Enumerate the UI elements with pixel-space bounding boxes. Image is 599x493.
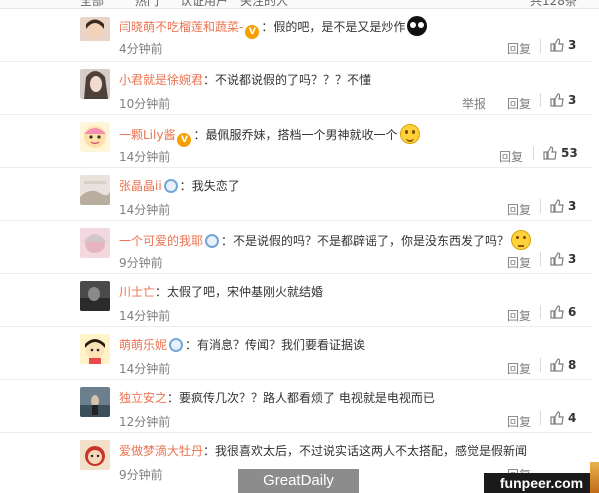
comment-time: 14分钟前 bbox=[119, 150, 171, 164]
comment-text: 我很喜欢太后，不过说实话这两人不太搭配，感觉是假新闻 bbox=[215, 444, 528, 458]
avatar[interactable] bbox=[80, 122, 110, 152]
reply-button[interactable]: 回复 bbox=[507, 254, 531, 271]
thinking-emoji-icon bbox=[511, 230, 532, 250]
like-button[interactable]: 4 bbox=[550, 411, 576, 425]
username-link[interactable]: 闫晓萌不吃榴莲和蔬菜- bbox=[119, 20, 243, 34]
like-count: 3 bbox=[568, 199, 577, 213]
comment-item: 张晶晶ii ：我失恋了 14分钟前 回复 3 bbox=[0, 167, 592, 221]
comment-text: 要疯传几次？？路人都看烦了 电视就是电视而已 bbox=[179, 391, 435, 405]
greatdaily-watermark: GreatDaily bbox=[238, 469, 359, 493]
like-count: 3 bbox=[568, 252, 577, 266]
divider bbox=[540, 411, 541, 425]
like-count: 6 bbox=[568, 305, 577, 319]
comment-item: 小君就是徐婉君：不说都说假的了吗？？？不懂 10分钟前 举报 回复 3 bbox=[0, 61, 592, 115]
reply-button[interactable]: 回复 bbox=[507, 307, 531, 324]
thumb-up-icon bbox=[550, 252, 564, 266]
comment-item: 闫晓萌不吃榴莲和蔬菜- V ：假的吧，是不是又是炒作 4分钟前 回复 3 bbox=[0, 8, 592, 62]
funpeer-watermark: funpeer.com bbox=[484, 473, 599, 493]
divider bbox=[540, 252, 541, 266]
divider bbox=[540, 93, 541, 107]
comment-item: 萌萌乐妮 ：有消息？传闻？我们要看证据诶 14分钟前 回复 8 bbox=[0, 326, 592, 380]
avatar[interactable] bbox=[80, 17, 110, 47]
comment-time: 14分钟前 bbox=[119, 203, 171, 217]
comment-item: 独立安之：要疯传几次？？路人都看烦了 电视就是电视而已 12分钟前 回复 4 bbox=[0, 379, 592, 433]
vip-badge-icon: V bbox=[177, 133, 192, 147]
comment-time: 14分钟前 bbox=[119, 362, 171, 376]
comment-item: 川士亡：太假了吧，宋仲基刚火就结婚 14分钟前 回复 6 bbox=[0, 273, 592, 327]
thumb-up-icon bbox=[550, 38, 564, 52]
like-count: 3 bbox=[568, 38, 577, 52]
comment-text: 不是说假的吗？不是都辟谣了，你是没东西发了吗？ bbox=[233, 234, 510, 248]
username-link[interactable]: 一个可爱的我耶 bbox=[119, 234, 203, 248]
username-link[interactable]: 爱做梦滴大牡丹 bbox=[119, 444, 203, 458]
username-link[interactable]: 独立安之 bbox=[119, 391, 167, 405]
divider bbox=[540, 199, 541, 213]
comment-text: 有消息？传闻？我们要看证据诶 bbox=[197, 338, 366, 352]
like-count: 4 bbox=[568, 411, 577, 425]
thumb-up-icon bbox=[550, 93, 564, 107]
avatar[interactable] bbox=[80, 175, 110, 205]
avatar[interactable] bbox=[80, 440, 110, 470]
reply-button[interactable]: 回复 bbox=[507, 40, 531, 57]
reply-button[interactable]: 回复 bbox=[499, 148, 523, 165]
avatar[interactable] bbox=[80, 69, 110, 99]
avatar[interactable] bbox=[80, 387, 110, 417]
comment-text: 最佩服乔妹，搭档一个男神就收一个 bbox=[205, 128, 398, 142]
comment-text: 我失恋了 bbox=[191, 179, 240, 193]
divider bbox=[540, 39, 541, 53]
avatar[interactable] bbox=[80, 334, 110, 364]
username-link[interactable]: 小君就是徐婉君 bbox=[119, 73, 203, 87]
comment-item: 一个可爱的我耶 ：不是说假的吗？不是都辟谣了，你是没东西发了吗？ 9分钟前 回复 … bbox=[0, 220, 592, 274]
comment-text: 假的吧，是不是又是炒作 bbox=[273, 20, 406, 34]
comment-time: 9分钟前 bbox=[119, 468, 163, 482]
comment-text: 太假了吧，宋仲基刚火就结婚 bbox=[167, 285, 324, 299]
comment-time: 12分钟前 bbox=[119, 415, 171, 429]
like-button[interactable]: 3 bbox=[550, 38, 576, 52]
like-button[interactable]: 8 bbox=[550, 358, 576, 372]
reply-button[interactable]: 回复 bbox=[507, 95, 531, 112]
comment-time: 10分钟前 bbox=[119, 97, 171, 111]
vip-badge-icon: V bbox=[245, 25, 260, 39]
like-count: 53 bbox=[561, 146, 578, 160]
black-face-emoji-icon bbox=[407, 16, 428, 36]
comment-item: 一颗Lily酱 V ：最佩服乔妹，搭档一个男神就收一个 14分钟前 回复 53 bbox=[0, 114, 592, 168]
smile-emoji-icon bbox=[399, 124, 420, 144]
username-link[interactable]: 张晶晶ii bbox=[119, 179, 162, 193]
member-ring-icon bbox=[163, 179, 178, 193]
thumb-up-icon bbox=[550, 358, 564, 372]
comment-time: 14分钟前 bbox=[119, 309, 171, 323]
thumb-up-icon bbox=[543, 146, 557, 160]
thumb-up-icon bbox=[550, 411, 564, 425]
like-button[interactable]: 6 bbox=[550, 305, 576, 319]
member-ring-icon bbox=[205, 234, 220, 248]
report-button[interactable]: 举报 bbox=[462, 95, 486, 112]
like-button[interactable]: 53 bbox=[543, 146, 578, 160]
reply-button[interactable]: 回复 bbox=[507, 360, 531, 377]
thumb-up-icon bbox=[550, 305, 564, 319]
username-link[interactable]: 川士亡 bbox=[119, 285, 155, 299]
like-button[interactable]: 3 bbox=[550, 93, 576, 107]
comment-text: 不说都说假的了吗？？？不懂 bbox=[215, 73, 372, 87]
reply-button[interactable]: 回复 bbox=[507, 201, 531, 218]
like-button[interactable]: 3 bbox=[550, 252, 576, 266]
thumb-up-icon bbox=[550, 199, 564, 213]
like-button[interactable]: 3 bbox=[550, 199, 576, 213]
username-link[interactable]: 一颗Lily酱 bbox=[119, 128, 175, 142]
corner-decoration bbox=[590, 462, 599, 493]
like-count: 3 bbox=[568, 93, 577, 107]
divider bbox=[540, 358, 541, 372]
like-count: 8 bbox=[568, 358, 577, 372]
comment-time: 4分钟前 bbox=[119, 42, 163, 56]
member-ring-icon bbox=[169, 338, 184, 352]
divider bbox=[540, 305, 541, 319]
divider bbox=[533, 146, 534, 160]
avatar[interactable] bbox=[80, 228, 110, 258]
reply-button[interactable]: 回复 bbox=[507, 413, 531, 430]
avatar[interactable] bbox=[80, 281, 110, 311]
username-link[interactable]: 萌萌乐妮 bbox=[119, 338, 167, 352]
comment-time: 9分钟前 bbox=[119, 256, 163, 270]
